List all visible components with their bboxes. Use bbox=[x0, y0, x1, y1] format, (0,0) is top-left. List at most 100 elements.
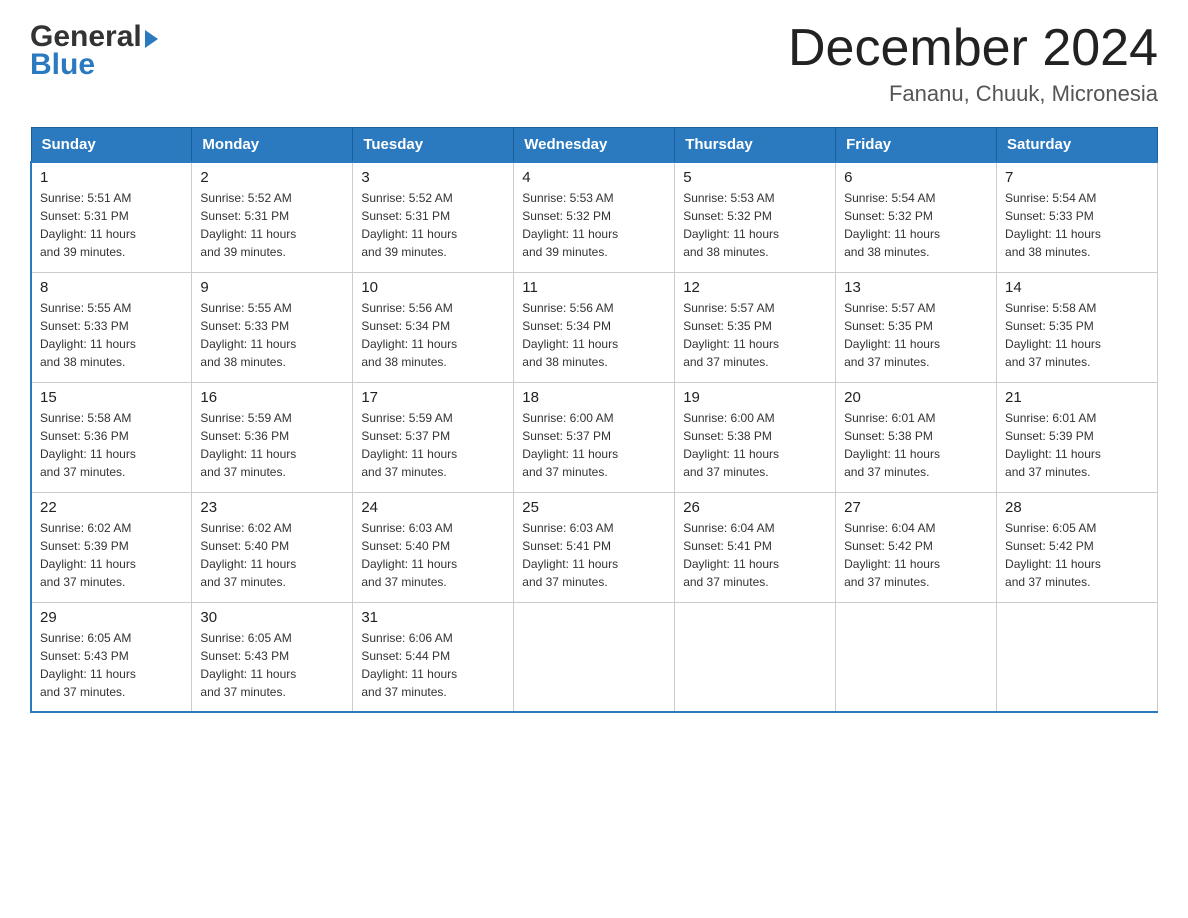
day-info: Sunrise: 5:52 AMSunset: 5:31 PMDaylight:… bbox=[200, 189, 344, 261]
day-info: Sunrise: 6:06 AMSunset: 5:44 PMDaylight:… bbox=[361, 629, 505, 701]
day-number: 17 bbox=[361, 389, 505, 406]
title-block: December 2024 Fananu, Chuuk, Micronesia bbox=[788, 20, 1158, 107]
calendar-cell: 9 Sunrise: 5:55 AMSunset: 5:33 PMDayligh… bbox=[192, 272, 353, 382]
day-number: 18 bbox=[522, 389, 666, 406]
calendar-cell: 29 Sunrise: 6:05 AMSunset: 5:43 PMDaylig… bbox=[31, 602, 192, 712]
day-info: Sunrise: 5:55 AMSunset: 5:33 PMDaylight:… bbox=[40, 299, 183, 371]
day-info: Sunrise: 5:59 AMSunset: 5:37 PMDaylight:… bbox=[361, 409, 505, 481]
day-info: Sunrise: 6:02 AMSunset: 5:40 PMDaylight:… bbox=[200, 519, 344, 591]
calendar-cell bbox=[514, 602, 675, 712]
day-number: 16 bbox=[200, 389, 344, 406]
day-info: Sunrise: 6:01 AMSunset: 5:39 PMDaylight:… bbox=[1005, 409, 1149, 481]
page-header: General Blue December 2024 Fananu, Chuuk… bbox=[30, 20, 1158, 107]
calendar-cell: 21 Sunrise: 6:01 AMSunset: 5:39 PMDaylig… bbox=[997, 382, 1158, 492]
day-info: Sunrise: 6:05 AMSunset: 5:43 PMDaylight:… bbox=[200, 629, 344, 701]
day-info: Sunrise: 6:04 AMSunset: 5:41 PMDaylight:… bbox=[683, 519, 827, 591]
calendar-cell: 10 Sunrise: 5:56 AMSunset: 5:34 PMDaylig… bbox=[353, 272, 514, 382]
header-friday: Friday bbox=[836, 128, 997, 163]
calendar-cell: 19 Sunrise: 6:00 AMSunset: 5:38 PMDaylig… bbox=[675, 382, 836, 492]
day-info: Sunrise: 6:05 AMSunset: 5:43 PMDaylight:… bbox=[40, 629, 183, 701]
day-number: 4 bbox=[522, 169, 666, 186]
calendar-cell: 4 Sunrise: 5:53 AMSunset: 5:32 PMDayligh… bbox=[514, 162, 675, 272]
calendar-cell: 3 Sunrise: 5:52 AMSunset: 5:31 PMDayligh… bbox=[353, 162, 514, 272]
calendar-cell: 1 Sunrise: 5:51 AMSunset: 5:31 PMDayligh… bbox=[31, 162, 192, 272]
day-number: 22 bbox=[40, 499, 183, 516]
day-info: Sunrise: 6:00 AMSunset: 5:38 PMDaylight:… bbox=[683, 409, 827, 481]
calendar-cell: 8 Sunrise: 5:55 AMSunset: 5:33 PMDayligh… bbox=[31, 272, 192, 382]
day-info: Sunrise: 6:00 AMSunset: 5:37 PMDaylight:… bbox=[522, 409, 666, 481]
day-number: 29 bbox=[40, 609, 183, 626]
day-info: Sunrise: 6:04 AMSunset: 5:42 PMDaylight:… bbox=[844, 519, 988, 591]
calendar-title: December 2024 bbox=[788, 20, 1158, 77]
calendar-table: SundayMondayTuesdayWednesdayThursdayFrid… bbox=[30, 127, 1158, 713]
week-row-2: 8 Sunrise: 5:55 AMSunset: 5:33 PMDayligh… bbox=[31, 272, 1158, 382]
day-number: 1 bbox=[40, 169, 183, 186]
day-info: Sunrise: 5:54 AMSunset: 5:32 PMDaylight:… bbox=[844, 189, 988, 261]
day-number: 24 bbox=[361, 499, 505, 516]
week-row-5: 29 Sunrise: 6:05 AMSunset: 5:43 PMDaylig… bbox=[31, 602, 1158, 712]
day-number: 25 bbox=[522, 499, 666, 516]
day-number: 26 bbox=[683, 499, 827, 516]
day-info: Sunrise: 5:54 AMSunset: 5:33 PMDaylight:… bbox=[1005, 189, 1149, 261]
day-number: 7 bbox=[1005, 169, 1149, 186]
calendar-cell: 22 Sunrise: 6:02 AMSunset: 5:39 PMDaylig… bbox=[31, 492, 192, 602]
header-saturday: Saturday bbox=[997, 128, 1158, 163]
calendar-cell: 6 Sunrise: 5:54 AMSunset: 5:32 PMDayligh… bbox=[836, 162, 997, 272]
logo-blue-text: Blue bbox=[30, 48, 158, 82]
calendar-subtitle: Fananu, Chuuk, Micronesia bbox=[788, 81, 1158, 107]
day-info: Sunrise: 5:55 AMSunset: 5:33 PMDaylight:… bbox=[200, 299, 344, 371]
week-row-1: 1 Sunrise: 5:51 AMSunset: 5:31 PMDayligh… bbox=[31, 162, 1158, 272]
calendar-cell: 15 Sunrise: 5:58 AMSunset: 5:36 PMDaylig… bbox=[31, 382, 192, 492]
calendar-cell: 17 Sunrise: 5:59 AMSunset: 5:37 PMDaylig… bbox=[353, 382, 514, 492]
header-thursday: Thursday bbox=[675, 128, 836, 163]
header-sunday: Sunday bbox=[31, 128, 192, 163]
day-number: 3 bbox=[361, 169, 505, 186]
calendar-cell: 28 Sunrise: 6:05 AMSunset: 5:42 PMDaylig… bbox=[997, 492, 1158, 602]
calendar-cell bbox=[836, 602, 997, 712]
calendar-cell: 5 Sunrise: 5:53 AMSunset: 5:32 PMDayligh… bbox=[675, 162, 836, 272]
day-info: Sunrise: 5:59 AMSunset: 5:36 PMDaylight:… bbox=[200, 409, 344, 481]
day-number: 14 bbox=[1005, 279, 1149, 296]
calendar-cell: 14 Sunrise: 5:58 AMSunset: 5:35 PMDaylig… bbox=[997, 272, 1158, 382]
day-number: 28 bbox=[1005, 499, 1149, 516]
day-info: Sunrise: 5:57 AMSunset: 5:35 PMDaylight:… bbox=[844, 299, 988, 371]
calendar-cell: 23 Sunrise: 6:02 AMSunset: 5:40 PMDaylig… bbox=[192, 492, 353, 602]
day-number: 30 bbox=[200, 609, 344, 626]
day-number: 31 bbox=[361, 609, 505, 626]
day-number: 9 bbox=[200, 279, 344, 296]
calendar-cell: 12 Sunrise: 5:57 AMSunset: 5:35 PMDaylig… bbox=[675, 272, 836, 382]
day-number: 20 bbox=[844, 389, 988, 406]
calendar-cell: 20 Sunrise: 6:01 AMSunset: 5:38 PMDaylig… bbox=[836, 382, 997, 492]
day-info: Sunrise: 5:57 AMSunset: 5:35 PMDaylight:… bbox=[683, 299, 827, 371]
day-number: 8 bbox=[40, 279, 183, 296]
header-tuesday: Tuesday bbox=[353, 128, 514, 163]
logo: General Blue bbox=[30, 20, 158, 82]
day-number: 23 bbox=[200, 499, 344, 516]
calendar-cell: 27 Sunrise: 6:04 AMSunset: 5:42 PMDaylig… bbox=[836, 492, 997, 602]
logo-arrow-icon bbox=[145, 30, 158, 48]
day-info: Sunrise: 5:52 AMSunset: 5:31 PMDaylight:… bbox=[361, 189, 505, 261]
day-info: Sunrise: 5:56 AMSunset: 5:34 PMDaylight:… bbox=[522, 299, 666, 371]
day-number: 2 bbox=[200, 169, 344, 186]
day-info: Sunrise: 5:51 AMSunset: 5:31 PMDaylight:… bbox=[40, 189, 183, 261]
header-wednesday: Wednesday bbox=[514, 128, 675, 163]
calendar-cell: 25 Sunrise: 6:03 AMSunset: 5:41 PMDaylig… bbox=[514, 492, 675, 602]
calendar-cell: 7 Sunrise: 5:54 AMSunset: 5:33 PMDayligh… bbox=[997, 162, 1158, 272]
day-number: 15 bbox=[40, 389, 183, 406]
day-info: Sunrise: 6:01 AMSunset: 5:38 PMDaylight:… bbox=[844, 409, 988, 481]
calendar-cell: 26 Sunrise: 6:04 AMSunset: 5:41 PMDaylig… bbox=[675, 492, 836, 602]
day-number: 6 bbox=[844, 169, 988, 186]
calendar-cell: 24 Sunrise: 6:03 AMSunset: 5:40 PMDaylig… bbox=[353, 492, 514, 602]
week-row-4: 22 Sunrise: 6:02 AMSunset: 5:39 PMDaylig… bbox=[31, 492, 1158, 602]
day-info: Sunrise: 6:02 AMSunset: 5:39 PMDaylight:… bbox=[40, 519, 183, 591]
header-monday: Monday bbox=[192, 128, 353, 163]
day-number: 21 bbox=[1005, 389, 1149, 406]
day-info: Sunrise: 5:56 AMSunset: 5:34 PMDaylight:… bbox=[361, 299, 505, 371]
header-row: SundayMondayTuesdayWednesdayThursdayFrid… bbox=[31, 128, 1158, 163]
day-info: Sunrise: 6:03 AMSunset: 5:41 PMDaylight:… bbox=[522, 519, 666, 591]
day-number: 27 bbox=[844, 499, 988, 516]
calendar-cell: 31 Sunrise: 6:06 AMSunset: 5:44 PMDaylig… bbox=[353, 602, 514, 712]
calendar-cell: 11 Sunrise: 5:56 AMSunset: 5:34 PMDaylig… bbox=[514, 272, 675, 382]
calendar-cell: 13 Sunrise: 5:57 AMSunset: 5:35 PMDaylig… bbox=[836, 272, 997, 382]
calendar-cell: 16 Sunrise: 5:59 AMSunset: 5:36 PMDaylig… bbox=[192, 382, 353, 492]
